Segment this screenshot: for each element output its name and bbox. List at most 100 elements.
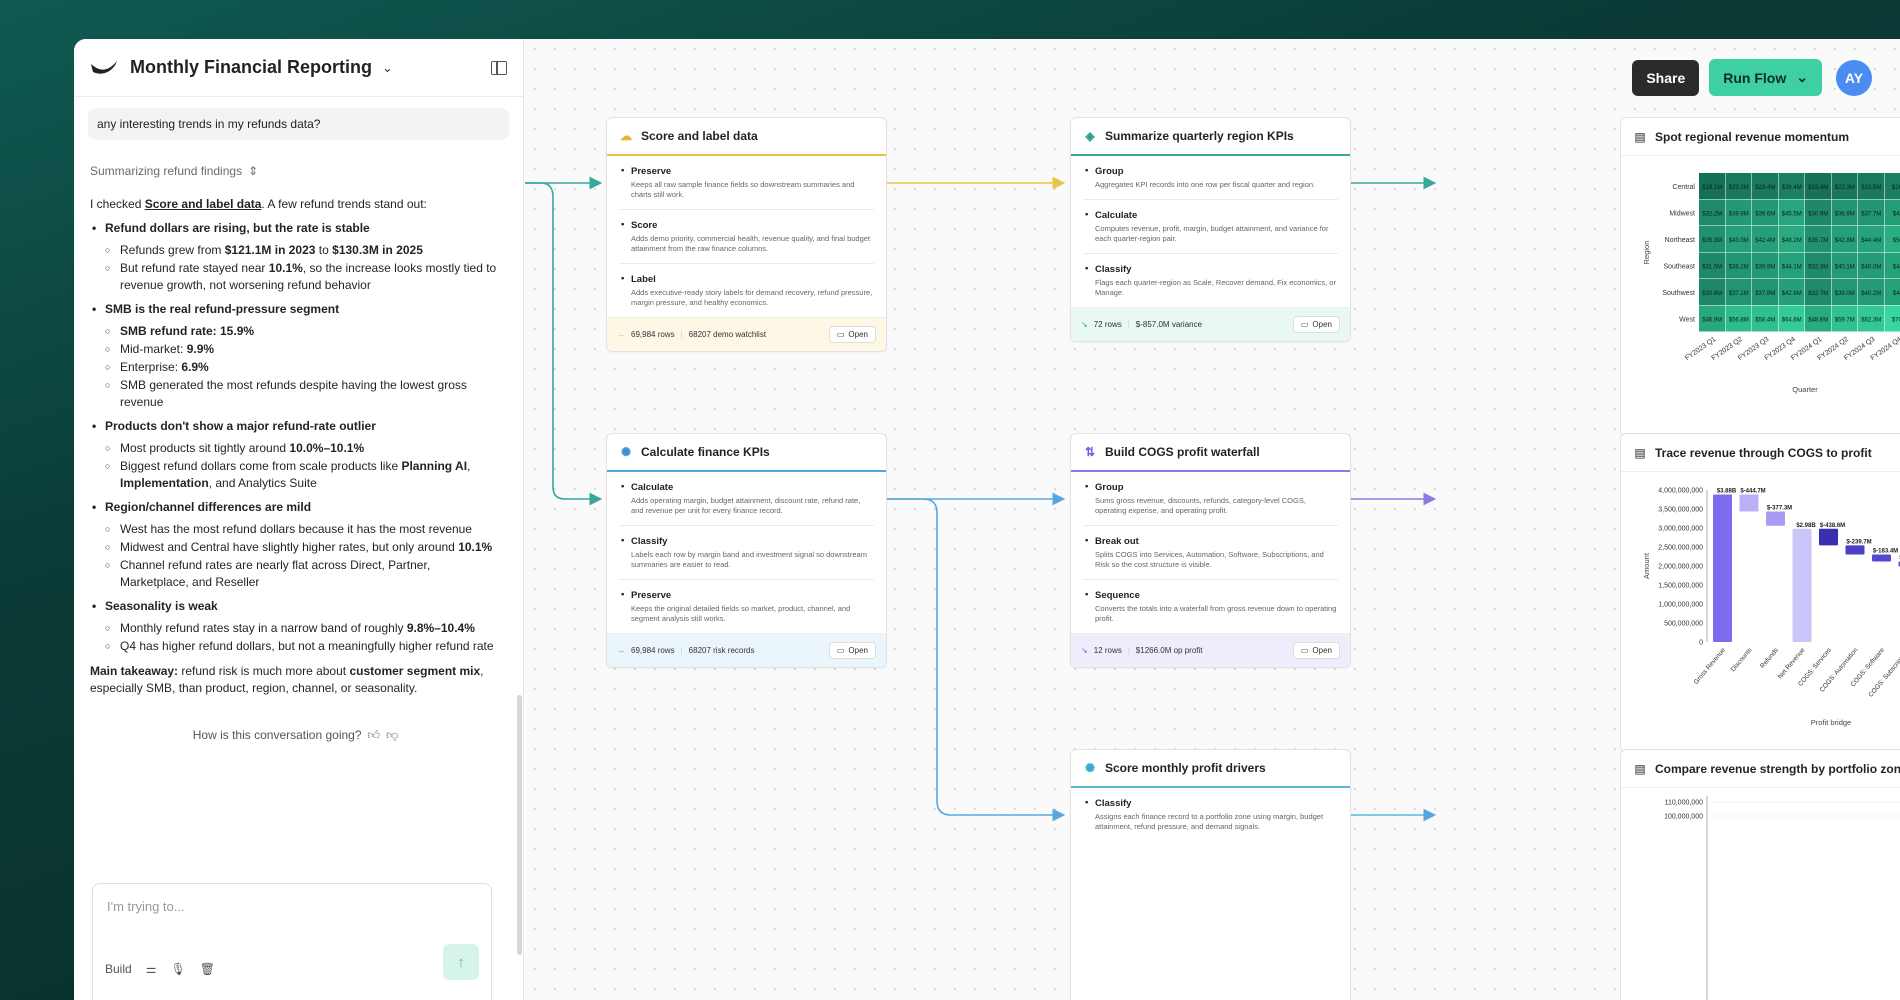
separator: |: [680, 330, 683, 339]
heatmap-cell-label: $44.1M: [1782, 264, 1802, 270]
bar-value-label: $-444.7M: [1740, 489, 1765, 495]
bar-value-label: $2.98B: [1796, 523, 1816, 529]
chat-scrollbar-thumb[interactable]: [517, 695, 522, 955]
canvas-toolbar: Share Run Flow ⌄ AY: [1632, 59, 1872, 96]
node-monthly-drivers[interactable]: ✺ Score monthly profit drivers Classify A…: [1070, 749, 1351, 1000]
step-title: Break out: [1083, 535, 1338, 547]
row-count: 72 rows: [1093, 320, 1122, 329]
thumbs-up-icon[interactable]: 👍︎: [368, 727, 381, 744]
finding-detail: Most products sit tightly around 10.0%–1…: [105, 440, 501, 457]
flow-canvas[interactable]: Share Run Flow ⌄ AY ☁ Score and label dat…: [525, 39, 1900, 1000]
x-axis-label: Profit bridge: [1811, 718, 1851, 727]
open-button[interactable]: ▭ Open: [828, 326, 876, 343]
chart-regional-momentum[interactable]: ▤ Spot regional revenue momentum $19.1M $…: [1620, 117, 1900, 437]
node-score-label[interactable]: ☁ Score and label data Preserve Keeps all…: [606, 117, 887, 352]
sliders-icon[interactable]: ⚌: [146, 962, 157, 976]
sparkle-icon: ✺: [620, 445, 632, 459]
step-description: Computes revenue, profit, margin, budget…: [1095, 224, 1329, 243]
node-step: Classify Assigns each finance record to a…: [1083, 788, 1338, 841]
y-tick-label: 1,000,000,000: [1658, 602, 1703, 609]
open-button[interactable]: ▭ Open: [1292, 642, 1340, 659]
node-footer: ↘ 72 rows | $-857.0M variance ▭ Open: [1071, 307, 1350, 341]
x-tick-label: Discounts: [1730, 646, 1754, 673]
node-cogs-waterfall[interactable]: ⇅ Build COGS profit waterfall Group Sums …: [1070, 433, 1351, 668]
finding-detail: SMB generated the most refunds despite h…: [105, 377, 501, 411]
step-title: Preserve: [619, 165, 874, 177]
sidebar-toggle-icon[interactable]: [491, 60, 507, 75]
finding-item: SMB is the real refund-pressure segment S…: [90, 301, 501, 411]
node-finance-kpis[interactable]: ✺ Calculate finance KPIs Calculate Adds o…: [606, 433, 887, 668]
open-label: Open: [848, 330, 868, 339]
finding-heading: Refund dollars are rising, but the rate …: [105, 221, 370, 235]
node-link[interactable]: Score and label data: [145, 197, 262, 211]
finding-detail: West has the most refund dollars because…: [105, 521, 501, 538]
chart-portfolio-zone[interactable]: ▤ Compare revenue strength by portfolio …: [1620, 749, 1900, 1000]
flow-title[interactable]: Monthly Financial Reporting: [130, 57, 372, 78]
sparkle-icon: ✺: [1084, 761, 1096, 775]
thumbs-down-icon[interactable]: 👎︎: [386, 727, 398, 744]
separator: |: [1127, 646, 1130, 655]
heatmap-cell-label: $45.5M: [1782, 211, 1802, 217]
share-button[interactable]: Share: [1632, 59, 1700, 96]
chat-header: Monthly Financial Reporting ⌄: [74, 39, 523, 97]
x-tick-label: COGS: Subscriptions: [1867, 646, 1900, 698]
open-button[interactable]: ▭ Open: [828, 642, 876, 659]
node-step: Score Adds demo priority, commercial heal…: [619, 210, 874, 264]
node-title: Spot regional revenue momentum: [1655, 129, 1850, 144]
open-button[interactable]: ▭ Open: [1292, 316, 1340, 333]
node-footer: → 69,984 rows | 68207 risk records ▭ Open: [607, 633, 886, 667]
heatmap-cell-label: $30.9M: [1808, 211, 1828, 217]
open-label: Open: [848, 646, 868, 655]
finding-detail: SMB refund rate: 15.9%: [105, 323, 501, 340]
chevron-down-icon[interactable]: ⌄: [382, 60, 393, 76]
row-label: Southeast: [1663, 263, 1695, 270]
heatmap-cell-label: $39.6M: [1755, 211, 1775, 217]
heatmap-cell-label: $35.7M: [1808, 238, 1828, 244]
chat-scrollbar[interactable]: [515, 99, 523, 955]
node-step: Preserve Keeps all raw sample finance fie…: [619, 156, 874, 210]
status-line[interactable]: Summarizing refund findings ⇕: [90, 164, 523, 178]
step-title: Label: [619, 273, 874, 285]
heatmap-cell-label: $64.6M: [1782, 317, 1802, 323]
window-icon: ▭: [1300, 646, 1309, 655]
step-description: Keeps the original detailed fields so ma…: [631, 604, 851, 623]
edge-finance-monthly: [884, 498, 1066, 822]
microphone-icon[interactable]: 🎙︎: [170, 962, 185, 976]
avatar[interactable]: AY: [1836, 59, 1872, 96]
heatmap-cell-label: $39.0M: [1835, 291, 1855, 297]
node-quarterly-kpis[interactable]: ◈ Summarize quarterly region KPIs Group A…: [1070, 117, 1351, 342]
heatmap-cell-label: $32.2M: [1702, 211, 1722, 217]
composer[interactable]: I'm trying to... Build ⚌ 🎙︎ 🗑︎ ↑: [92, 883, 492, 1000]
chevron-down-icon[interactable]: ⌄: [1796, 69, 1808, 86]
heatmap-cell-label: $32.7M: [1808, 291, 1828, 297]
open-label: Open: [1312, 320, 1332, 329]
step-description: Sums gross revenue, discounts, refunds, …: [1095, 496, 1306, 515]
run-flow-button[interactable]: Run Flow ⌄: [1709, 59, 1822, 96]
detail-text: , and Analytics Suite: [208, 476, 317, 490]
heatmap-cell-label: $58.4M: [1755, 317, 1775, 323]
window-icon: ▭: [836, 330, 845, 339]
node-step: Sequence Converts the totals into a water…: [1083, 580, 1338, 633]
x-tick-label: Refunds: [1759, 646, 1780, 670]
finding-item: Refund dollars are rising, but the rate …: [90, 220, 501, 294]
step-title: Classify: [1083, 797, 1338, 809]
node-step: Group Aggregates KPI records into one row…: [1083, 156, 1338, 200]
node-steps: Group Aggregates KPI records into one row…: [1071, 156, 1350, 307]
expand-icon[interactable]: ⇕: [248, 164, 258, 178]
waterfall-bar: [1845, 545, 1865, 555]
heatmap-chart: $19.1M $23.2M $23.4M $26.4M $19.4M $22.3M $23.…: [1642, 173, 1900, 394]
trash-icon[interactable]: 🗑︎: [200, 962, 215, 976]
composer-input[interactable]: I'm trying to...: [93, 884, 491, 929]
step-description: Adds executive-ready story labels for de…: [631, 288, 873, 307]
node-title: Trace revenue through COGS to profit: [1655, 445, 1872, 460]
y-tick-label: 3,000,000,000: [1658, 526, 1703, 533]
chart-profit-waterfall[interactable]: ▤ Trace revenue through COGS to profit 4…: [1620, 433, 1900, 753]
detail-text: SMB generated the most refunds despite h…: [120, 378, 467, 409]
waterfall-bar: [1713, 494, 1732, 642]
send-button[interactable]: ↑: [443, 944, 479, 980]
node-step: Classify Labels each row by margin band a…: [619, 526, 874, 580]
mode-label[interactable]: Build: [105, 962, 132, 976]
step-title: Score: [619, 219, 874, 231]
step-title: Group: [1083, 481, 1338, 493]
takeaway-text: refund risk is much more about: [178, 664, 350, 678]
